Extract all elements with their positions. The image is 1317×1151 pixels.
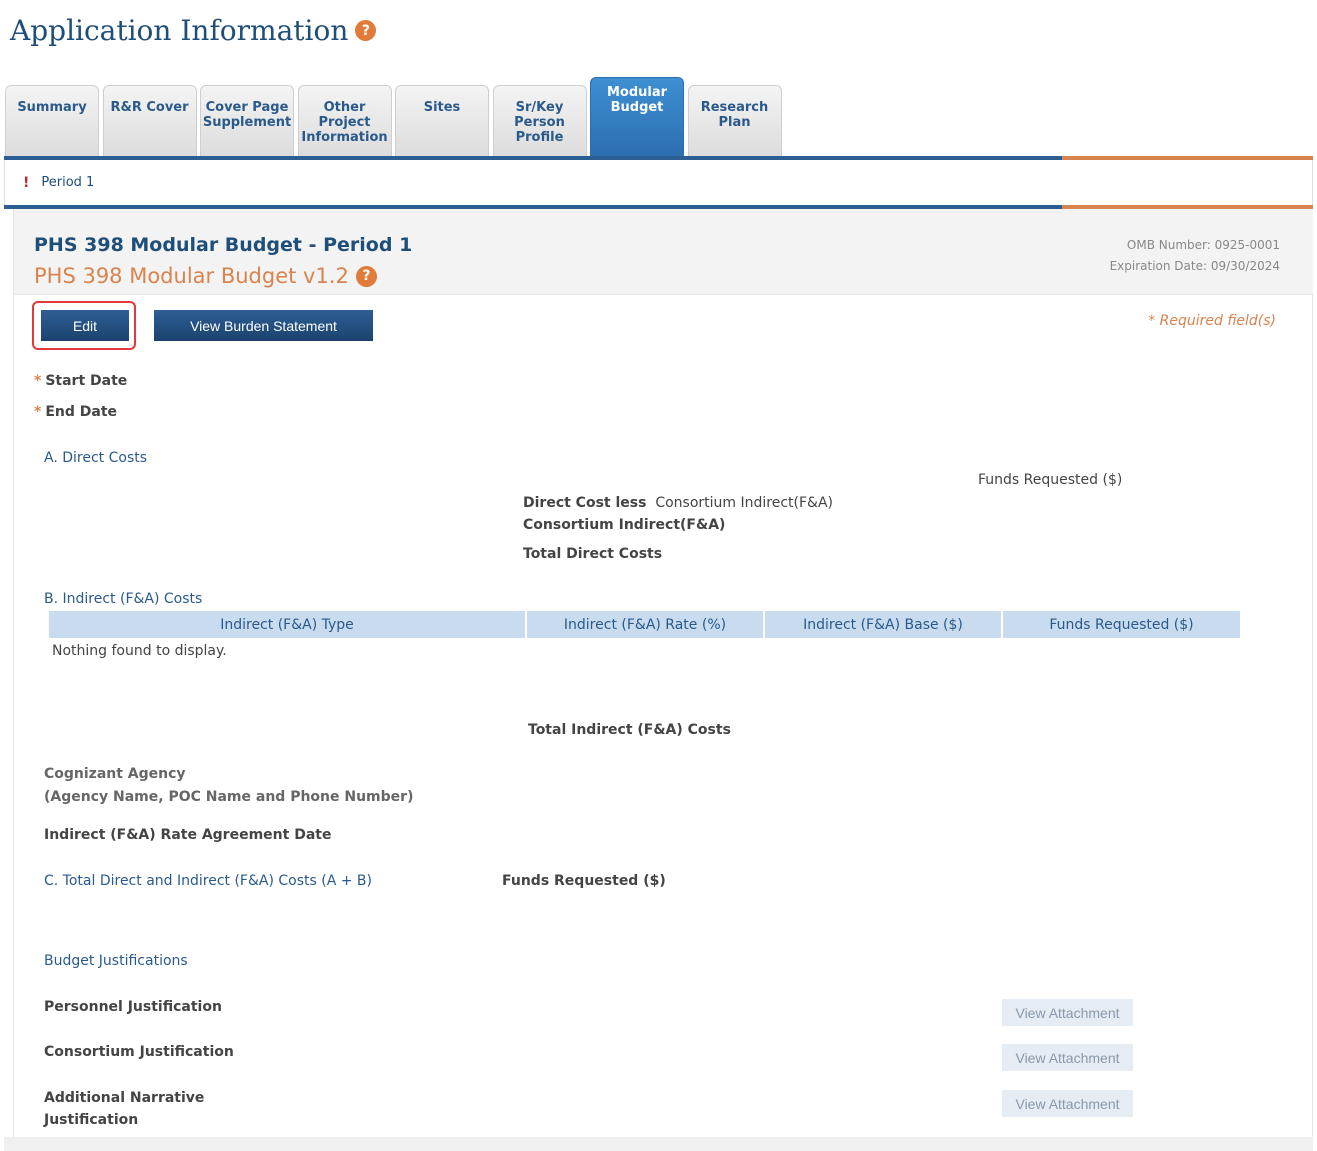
additional-narrative-sublabel: Justification — [44, 1112, 139, 1128]
direct-funds-requested-header: Funds Requested ($) — [978, 472, 1123, 488]
consortium-justification-label: Consortium Justification — [44, 1044, 234, 1060]
total-funds-requested-label: Funds Requested ($) — [502, 873, 666, 889]
form-header: PHS 398 Modular Budget - Period 1 PHS 39… — [14, 209, 1313, 295]
cognizant-agency-sublabel: (Agency Name, POC Name and Phone Number) — [44, 789, 414, 805]
omb-number: OMB Number: 0925-0001 — [1126, 238, 1280, 252]
form-title: PHS 398 Modular Budget - Period 1 — [34, 234, 413, 256]
error-indicator-icon: ! — [23, 174, 30, 191]
page-title: Application Information ? — [10, 14, 377, 47]
direct-cost-less-suffix: Consortium Indirect(F&A) — [655, 495, 834, 511]
required-marker: * — [34, 404, 42, 420]
footer-band — [4, 1137, 1313, 1151]
total-direct-costs-label: Total Direct Costs — [523, 546, 663, 562]
personnel-justification-label: Personnel Justification — [44, 999, 222, 1015]
tab-summary[interactable]: Summary — [5, 85, 99, 157]
form-version-text: PHS 398 Modular Budget v1.2 — [34, 264, 349, 288]
tab-sr-key-person-profile[interactable]: Sr/Key Person Profile — [492, 85, 587, 157]
form-help-icon[interactable]: ? — [355, 265, 377, 287]
direct-cost-less-text: Direct Cost less — [523, 495, 647, 511]
additional-narrative-label: Additional Narrative — [44, 1090, 205, 1106]
start-date-text: Start Date — [45, 373, 128, 389]
form-panel: PHS 398 Modular Budget - Period 1 PHS 39… — [13, 209, 1313, 1139]
omb-info: OMB Number: 0925-0001 Expiration Date: 0… — [1110, 235, 1280, 277]
expiration-date: Expiration Date: 09/30/2024 — [1109, 259, 1280, 273]
column-header-type[interactable]: Indirect (F&A) Type — [49, 611, 527, 638]
cognizant-agency-label: Cognizant Agency — [44, 766, 186, 782]
total-indirect-costs-label: Total Indirect (F&A) Costs — [528, 722, 731, 738]
tab-cover-page-supplement[interactable]: Cover Page Supplement — [200, 85, 294, 157]
required-fields-note: * Required field(s) — [1148, 313, 1276, 329]
tab-bar: Summary R&R Cover Cover Page Supplement … — [5, 77, 785, 157]
rate-agreement-date-label: Indirect (F&A) Rate Agreement Date — [44, 827, 332, 843]
page-title-text: Application Information — [10, 14, 349, 47]
total-costs-heading: C. Total Direct and Indirect (F&A) Costs… — [44, 873, 372, 889]
view-burden-statement-button[interactable]: View Burden Statement — [154, 310, 373, 341]
personnel-view-attachment-button[interactable]: View Attachment — [1002, 999, 1133, 1026]
column-header-funds[interactable]: Funds Requested ($) — [1002, 611, 1240, 638]
tab-research-plan[interactable]: Research Plan — [687, 85, 782, 157]
tab-sites[interactable]: Sites — [395, 85, 489, 157]
required-marker: * — [34, 373, 42, 389]
column-header-rate[interactable]: Indirect (F&A) Rate (%) — [526, 611, 765, 638]
start-date-label: * Start Date — [34, 373, 127, 389]
indirect-costs-heading: B. Indirect (F&A) Costs — [44, 591, 203, 607]
form-version: PHS 398 Modular Budget v1.2 ? — [34, 264, 377, 288]
direct-cost-less-label: Direct Cost less Consortium Indirect(F&A… — [523, 495, 833, 511]
direct-costs-heading: A. Direct Costs — [44, 450, 148, 466]
end-date-label: * End Date — [34, 404, 117, 420]
tab-rr-cover[interactable]: R&R Cover — [102, 85, 197, 157]
edit-button[interactable]: Edit — [41, 310, 129, 341]
tab-modular-budget[interactable]: Modular Budget — [590, 77, 684, 157]
budget-justifications-heading: Budget Justifications — [44, 953, 188, 969]
column-header-base[interactable]: Indirect (F&A) Base ($) — [764, 611, 1003, 638]
tab-other-project-information[interactable]: Other Project Information — [297, 85, 392, 157]
additional-view-attachment-button[interactable]: View Attachment — [1002, 1090, 1133, 1117]
period-link[interactable]: Period 1 — [41, 175, 94, 190]
end-date-text: End Date — [45, 404, 118, 420]
help-icon[interactable]: ? — [355, 20, 377, 41]
indirect-costs-table: Indirect (F&A) Type Indirect (F&A) Rate … — [49, 611, 1240, 638]
empty-table-message: Nothing found to display. — [52, 643, 227, 659]
consortium-view-attachment-button[interactable]: View Attachment — [1002, 1044, 1133, 1071]
period-nav: ! Period 1 — [4, 160, 1313, 205]
consortium-indirect-label: Consortium Indirect(F&A) — [523, 517, 726, 533]
